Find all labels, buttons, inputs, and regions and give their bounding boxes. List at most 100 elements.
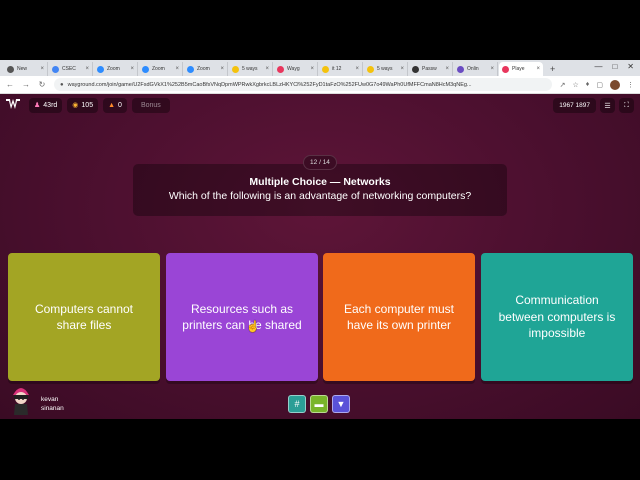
wayground-logo: [6, 99, 20, 111]
player-name-line2: sinanan: [41, 405, 64, 412]
powerup-button-2[interactable]: ▬: [310, 395, 328, 413]
tab-close-icon[interactable]: ×: [310, 66, 314, 72]
browser-tab[interactable]: New ×: [4, 62, 48, 76]
browser-tab[interactable]: 5 ways ×: [364, 62, 408, 76]
new-tab-button[interactable]: +: [550, 62, 555, 76]
browser-tab[interactable]: Wayg ×: [274, 62, 318, 76]
browser-tab[interactable]: 5 ways ×: [229, 62, 273, 76]
answer-option-2[interactable]: Resources such as printers can be shared: [166, 253, 318, 381]
browser-tab[interactable]: Playe ×: [499, 62, 543, 76]
streak-text: 0: [118, 101, 122, 109]
tab-label: Zoom: [107, 66, 120, 72]
menu-button[interactable]: ☰: [600, 98, 615, 113]
browser-tab[interactable]: Passw ×: [409, 62, 453, 76]
browser-tab[interactable]: Onlin ×: [454, 62, 498, 76]
answer-option-1[interactable]: Computers cannot share files: [8, 253, 160, 381]
tab-favicon-icon: [142, 65, 149, 73]
streak-badge: ▲ 0: [103, 97, 127, 113]
tab-favicon-icon: [52, 65, 59, 73]
close-icon[interactable]: ✕: [627, 62, 634, 71]
sidebar-icon[interactable]: ▢: [596, 81, 603, 89]
tab-label: it 12: [332, 66, 342, 72]
menu-icon[interactable]: ⋮: [627, 81, 634, 89]
fullscreen-button[interactable]: ⛶: [619, 98, 634, 113]
url-text: wayground.com/join/game/U2FsdGVkX1%252B5…: [67, 81, 472, 88]
question-text: Which of the following is an advantage o…: [168, 190, 472, 202]
fullscreen-icon: ⛶: [624, 101, 629, 109]
answer-option-label: Computers cannot share files: [34, 301, 134, 333]
game-area: ♟ 43rd ◉ 105 ▲ 0 Bonus 1967 1897 ☰ ⛶ 12 …: [0, 94, 640, 419]
tab-close-icon[interactable]: ×: [536, 66, 540, 72]
tab-close-icon[interactable]: ×: [85, 66, 89, 72]
reload-icon[interactable]: ↻: [38, 80, 46, 89]
powerups-bar: # ▬ ▼: [288, 395, 350, 413]
powerup-button-1[interactable]: #: [288, 395, 306, 413]
game-code: 1967 1897: [553, 98, 596, 113]
address-bar[interactable]: ● wayground.com/join/game/U2FsdGVkX1%252…: [54, 78, 552, 91]
browser-tab[interactable]: CSEC ×: [49, 62, 93, 76]
answer-option-label: Resources such as printers can be shared: [182, 301, 302, 333]
tab-close-icon[interactable]: ×: [40, 66, 44, 72]
eraser-icon: ▬: [314, 399, 324, 409]
tab-label: CSEC: [62, 66, 76, 72]
question-counter: 12 / 14: [303, 155, 337, 170]
tab-label: Playe: [512, 66, 525, 72]
tab-label: Zoom: [152, 66, 165, 72]
tab-close-icon[interactable]: ×: [445, 66, 449, 72]
game-topbar: ♟ 43rd ◉ 105 ▲ 0 Bonus: [0, 94, 640, 116]
minimize-icon[interactable]: —: [594, 62, 602, 71]
trophy-icon: ♟: [34, 102, 41, 109]
rank-text: 43rd: [43, 101, 58, 109]
back-icon[interactable]: ←: [6, 80, 14, 89]
hamburger-icon: ☰: [604, 102, 611, 110]
tab-label: 5 ways: [242, 66, 258, 72]
flame-icon: ▲: [108, 101, 116, 109]
answer-option-label: Communication between computers is impos…: [498, 293, 616, 341]
player-name: kevan sinanan: [41, 395, 64, 413]
tab-favicon-icon: [277, 65, 284, 73]
star-icon[interactable]: ☆: [573, 81, 579, 89]
tab-label: Wayg: [287, 66, 300, 72]
grid-icon: #: [294, 399, 300, 409]
player-avatar: [10, 383, 32, 417]
topbar-right: 1967 1897 ☰ ⛶: [553, 98, 634, 113]
browser-tab[interactable]: Zoom ×: [139, 62, 183, 76]
extensions-icon[interactable]: ♦: [586, 81, 590, 88]
mouse-cursor-icon: ☝: [246, 321, 260, 333]
bonus-text: Bonus: [140, 101, 161, 109]
tab-close-icon[interactable]: ×: [175, 66, 179, 72]
tab-close-icon[interactable]: ×: [355, 66, 359, 72]
tab-favicon-icon: [367, 65, 374, 73]
shoe-icon: ▼: [336, 399, 346, 409]
tab-close-icon[interactable]: ×: [130, 66, 134, 72]
answer-option-4[interactable]: Communication between computers is impos…: [481, 253, 633, 381]
tab-close-icon[interactable]: ×: [490, 66, 494, 72]
toolbar-icons: ↗ ☆ ♦ ▢ ⋮: [560, 79, 634, 90]
tab-close-icon[interactable]: ×: [400, 66, 404, 72]
browser-tab[interactable]: Zoom ×: [184, 62, 228, 76]
powerup-button-3[interactable]: ▼: [332, 395, 350, 413]
profile-avatar[interactable]: [610, 79, 620, 90]
question-type: Multiple Choice — Networks: [249, 176, 391, 188]
browser-tab[interactable]: it 12 ×: [319, 62, 363, 76]
tab-close-icon[interactable]: ×: [265, 66, 269, 72]
tab-favicon-icon: [412, 65, 419, 73]
question-card: 12 / 14 Multiple Choice — Networks Which…: [133, 155, 507, 216]
game-code-text: 1967 1897: [559, 102, 590, 109]
forward-icon[interactable]: →: [22, 80, 30, 89]
maximize-icon[interactable]: □: [612, 62, 617, 71]
browser-window: New × CSEC × Zoom × Zoom × Zoom × 5 ways × Wayg × it 1…: [0, 60, 640, 419]
share-icon[interactable]: ↗: [560, 81, 566, 89]
player-name-line1: kevan: [41, 396, 59, 403]
rank-badge: ♟ 43rd: [29, 97, 63, 113]
browser-tab[interactable]: Zoom ×: [94, 62, 138, 76]
tab-favicon-icon: [457, 65, 464, 73]
tab-favicon-icon: [502, 65, 509, 73]
tab-label: New: [17, 66, 28, 72]
lock-icon: ●: [60, 81, 64, 88]
tab-close-icon[interactable]: ×: [220, 66, 224, 72]
tab-label: 5 ways: [377, 66, 393, 72]
answer-option-3[interactable]: Each computer must have its own printer: [323, 253, 475, 381]
tab-favicon-icon: [322, 65, 329, 73]
tab-label: Onlin: [467, 66, 479, 72]
